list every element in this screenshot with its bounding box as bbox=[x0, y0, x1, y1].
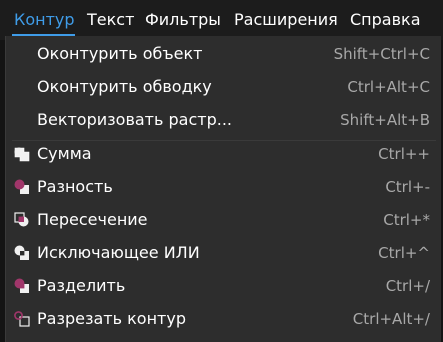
menu-extensions[interactable]: Расширения bbox=[234, 10, 338, 30]
menu-item-difference[interactable]: Разность Ctrl+- bbox=[6, 171, 442, 203]
path-difference-icon bbox=[14, 179, 30, 195]
menu-path[interactable]: Контур bbox=[14, 10, 75, 30]
menu-help[interactable]: Справка bbox=[350, 10, 421, 30]
menu-item-label: Векторизовать растр... bbox=[37, 110, 233, 129]
path-menu-dropdown: Оконтурить объект Shift+Ctrl+C Оконтурит… bbox=[5, 36, 441, 342]
menu-item-shortcut: Ctrl+Alt+/ bbox=[352, 310, 430, 328]
menu-filters[interactable]: Фильтры bbox=[145, 10, 221, 30]
menu-item-cut-path[interactable]: Разрезать контур Ctrl+Alt+/ bbox=[6, 303, 442, 335]
menu-item-shortcut: Ctrl+^ bbox=[378, 244, 430, 262]
menu-item-stroke-to-path[interactable]: Оконтурить обводку Ctrl+Alt+C bbox=[6, 71, 442, 103]
menubar: Контур Текст Фильтры Расширения Справка bbox=[0, 0, 443, 40]
menu-item-intersection[interactable]: Пересечение Ctrl+* bbox=[6, 204, 442, 236]
menu-item-trace-bitmap[interactable]: Векторизовать растр... Shift+Alt+B bbox=[6, 104, 442, 136]
path-exclusion-icon bbox=[14, 245, 30, 261]
menu-item-shortcut: Ctrl+/ bbox=[385, 277, 430, 295]
menu-item-shortcut: Ctrl+- bbox=[385, 178, 430, 196]
menu-text[interactable]: Текст bbox=[87, 10, 134, 30]
menu-item-label: Исключающее ИЛИ bbox=[37, 243, 200, 262]
menu-item-shortcut: Shift+Ctrl+C bbox=[333, 45, 430, 63]
menu-item-exclusion[interactable]: Исключающее ИЛИ Ctrl+^ bbox=[6, 237, 442, 269]
menu-item-shortcut: Ctrl+Alt+C bbox=[347, 78, 430, 96]
menu-item-label: Оконтурить объект bbox=[37, 44, 203, 63]
path-intersection-icon bbox=[14, 212, 30, 228]
menu-item-shortcut: Ctrl+* bbox=[383, 211, 430, 229]
path-union-icon bbox=[14, 146, 30, 162]
path-cut-icon bbox=[14, 311, 30, 327]
menu-item-label: Разность bbox=[37, 177, 113, 196]
menu-item-label: Разрезать контур bbox=[37, 309, 186, 328]
menu-item-label: Разделить bbox=[37, 276, 126, 295]
menu-item-object-to-path[interactable]: Оконтурить объект Shift+Ctrl+C bbox=[6, 38, 442, 70]
path-division-icon bbox=[14, 278, 30, 294]
menu-item-label: Сумма bbox=[37, 144, 92, 163]
menu-item-label: Пересечение bbox=[37, 210, 148, 229]
menu-item-shortcut: Shift+Alt+B bbox=[340, 111, 430, 129]
menu-item-shortcut: Ctrl++ bbox=[378, 145, 430, 163]
menu-item-division[interactable]: Разделить Ctrl+/ bbox=[6, 270, 442, 302]
menu-item-union[interactable]: Сумма Ctrl++ bbox=[6, 138, 442, 170]
menu-item-label: Оконтурить обводку bbox=[37, 77, 212, 96]
